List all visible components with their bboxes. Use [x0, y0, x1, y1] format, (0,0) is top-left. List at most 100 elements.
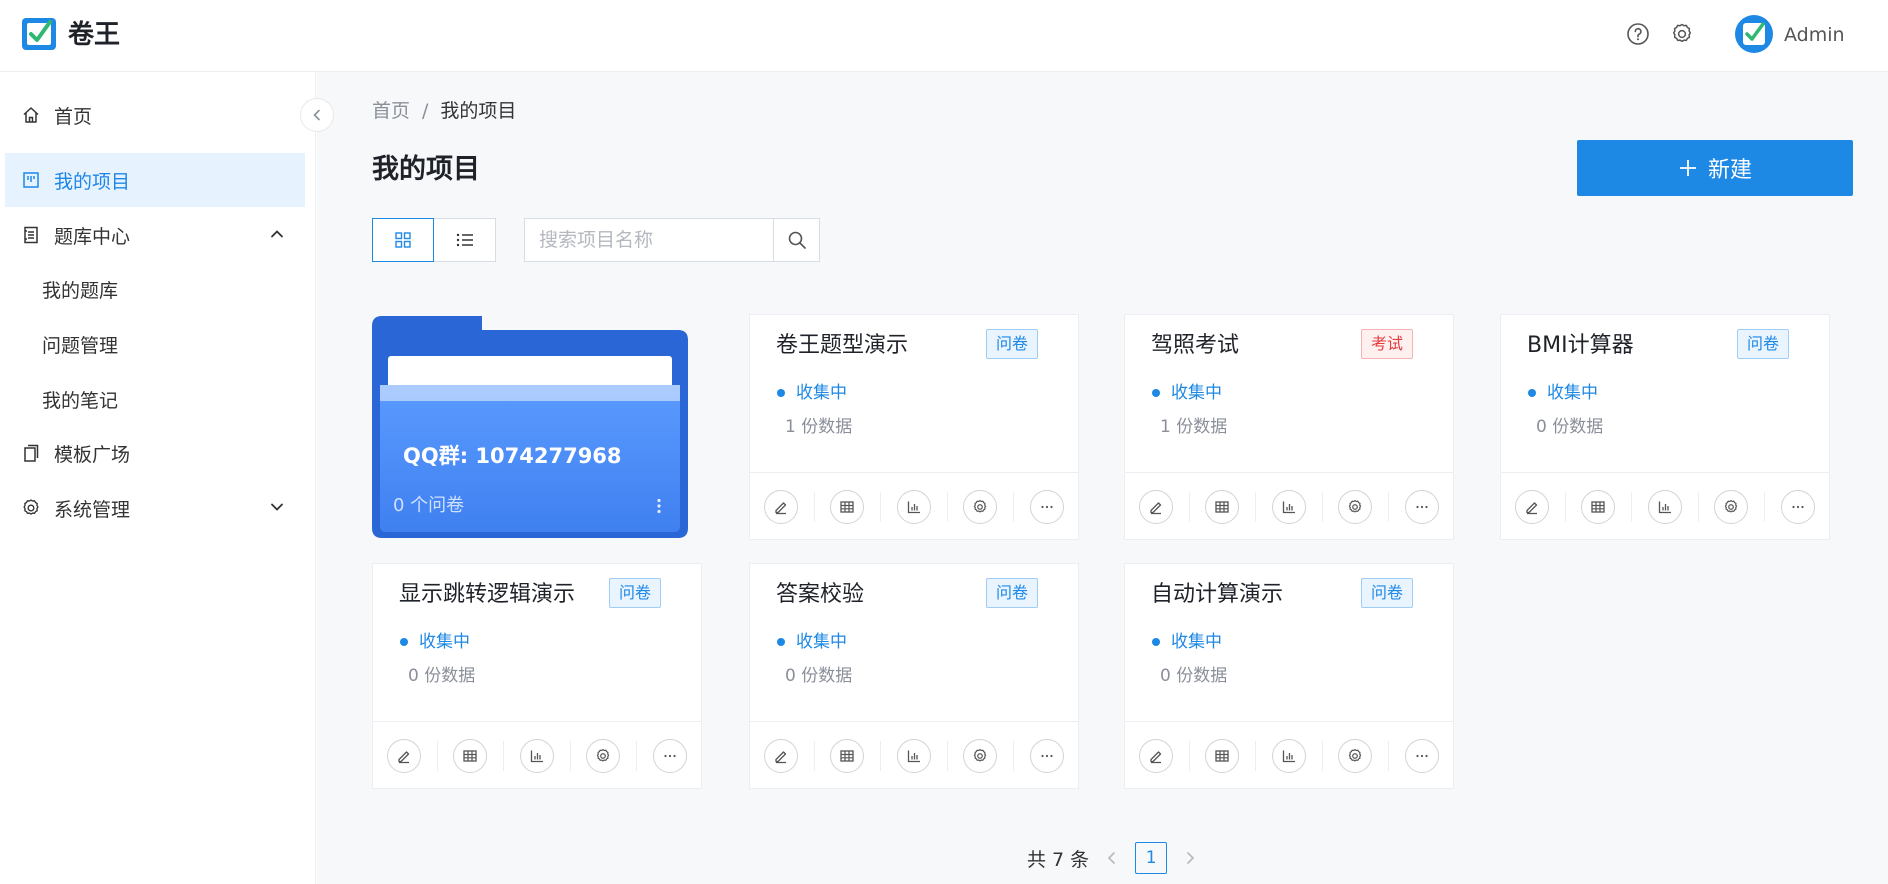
pagination-total: 共 7 条: [1027, 848, 1090, 871]
sidebar-item-label: 系统管理: [54, 498, 131, 521]
project-title[interactable]: 驾照考试: [1151, 331, 1239, 361]
chevron-down-icon: [271, 503, 283, 511]
sidebar-item-template-square[interactable]: 模板广场: [5, 426, 305, 480]
search-button[interactable]: [774, 218, 820, 262]
bar-chart-icon[interactable]: [1271, 738, 1306, 773]
project-type-tag: 考试: [1360, 329, 1413, 359]
search-box: [524, 218, 820, 262]
bar-chart-icon[interactable]: [519, 738, 554, 773]
search-input[interactable]: [524, 218, 774, 262]
sidebar-item-question-management[interactable]: 问题管理: [5, 317, 305, 371]
project-card[interactable]: 自动计算演示 问卷 收集中 0 份数据: [1124, 563, 1454, 789]
grid-view-button[interactable]: [372, 218, 434, 262]
sidebar-item-home[interactable]: 首页: [5, 88, 305, 142]
sidebar-item-system-management[interactable]: 系统管理: [5, 481, 305, 535]
project-card[interactable]: 卷王题型演示 问卷 收集中 1 份数据: [749, 314, 1079, 540]
project-type-tag: 问卷: [1736, 329, 1789, 359]
sidebar-collapse-button[interactable]: [300, 98, 334, 132]
project-status: 收集中: [1152, 381, 1222, 405]
edit-icon[interactable]: [1514, 489, 1549, 524]
action-divider: [1188, 491, 1190, 522]
bar-chart-icon[interactable]: [1271, 489, 1306, 524]
settings-icon[interactable]: [1338, 489, 1373, 524]
more-icon[interactable]: [1405, 738, 1439, 773]
page-number[interactable]: 1: [1135, 842, 1168, 874]
response-count: 1 份数据: [1160, 417, 1228, 437]
edit-icon[interactable]: [1138, 489, 1173, 524]
more-icon[interactable]: [1781, 489, 1815, 524]
folder-card[interactable]: QQ群: 1074277968 0 个问卷: [372, 316, 688, 538]
table-icon[interactable]: [830, 738, 865, 773]
action-divider: [946, 740, 948, 771]
action-divider: [569, 740, 571, 771]
sidebar-item-question-bank[interactable]: 题库中心: [5, 208, 305, 262]
project-title[interactable]: 卷王题型演示: [776, 331, 908, 361]
more-icon[interactable]: [1030, 489, 1064, 524]
edit-icon[interactable]: [1138, 738, 1173, 773]
bar-chart-icon[interactable]: [896, 738, 931, 773]
next-page-icon[interactable]: [1181, 849, 1199, 867]
settings-gear-icon[interactable]: [1668, 20, 1696, 48]
table-icon[interactable]: [453, 738, 488, 773]
view-toggle: [372, 218, 496, 262]
sidebar-item-my-question-bank[interactable]: 我的题库: [5, 262, 305, 316]
project-card[interactable]: 答案校验 问卷 收集中 0 份数据: [749, 563, 1079, 789]
settings-icon[interactable]: [586, 738, 621, 773]
breadcrumb-separator: /: [422, 100, 429, 122]
table-icon[interactable]: [1205, 738, 1240, 773]
status-label: 收集中: [1171, 383, 1222, 403]
home-icon: [20, 104, 42, 126]
edit-icon[interactable]: [763, 738, 798, 773]
sidebar-item-my-notes[interactable]: 我的笔记: [5, 372, 305, 426]
action-divider: [1013, 740, 1015, 771]
sidebar-item-label: 模板广场: [54, 443, 131, 466]
more-icon[interactable]: [1030, 738, 1064, 773]
plus-icon: [1679, 160, 1696, 176]
project-title[interactable]: BMI计算器: [1527, 331, 1634, 361]
response-count: 0 份数据: [408, 666, 476, 686]
action-divider: [1564, 491, 1566, 522]
project-title[interactable]: 显示跳转逻辑演示: [399, 580, 575, 610]
project-card[interactable]: BMI计算器 问卷 收集中 0 份数据: [1500, 314, 1830, 540]
username[interactable]: Admin: [1784, 22, 1845, 48]
settings-icon[interactable]: [1714, 489, 1749, 524]
table-icon[interactable]: [830, 489, 865, 524]
avatar[interactable]: [1734, 14, 1774, 54]
settings-icon[interactable]: [1338, 738, 1373, 773]
project-title[interactable]: 自动计算演示: [1151, 580, 1283, 610]
card-actions: [1501, 472, 1829, 540]
more-icon[interactable]: [653, 738, 687, 773]
bar-chart-icon[interactable]: [1647, 489, 1682, 524]
action-divider: [436, 740, 438, 771]
action-divider: [1764, 491, 1766, 522]
project-status: 收集中: [1528, 381, 1598, 405]
project-title[interactable]: 答案校验: [776, 580, 864, 610]
breadcrumb: 首页 / 我的项目: [372, 98, 516, 124]
settings-icon[interactable]: [963, 738, 998, 773]
card-actions: [750, 721, 1078, 789]
chevron-up-icon: [271, 230, 283, 238]
edit-icon[interactable]: [763, 489, 798, 524]
help-icon[interactable]: [1624, 20, 1652, 48]
card-actions: [1125, 472, 1453, 540]
table-icon[interactable]: [1581, 489, 1616, 524]
sidebar-item-label: 题库中心: [54, 225, 131, 248]
project-card[interactable]: 显示跳转逻辑演示 问卷 收集中 0 份数据: [372, 563, 702, 789]
breadcrumb-home[interactable]: 首页: [372, 98, 410, 124]
action-divider: [1388, 491, 1390, 522]
sidebar-item-my-projects[interactable]: 我的项目: [5, 153, 305, 207]
table-icon[interactable]: [1205, 489, 1240, 524]
bar-chart-icon[interactable]: [896, 489, 931, 524]
response-count: 0 份数据: [1536, 417, 1604, 437]
prev-page-icon[interactable]: [1103, 849, 1121, 867]
more-icon[interactable]: [1405, 489, 1439, 524]
card-actions: [1125, 721, 1453, 789]
list-view-button[interactable]: [434, 218, 496, 262]
project-card[interactable]: 驾照考试 考试 收集中 1 份数据: [1124, 314, 1454, 540]
settings-icon[interactable]: [963, 489, 998, 524]
new-project-button[interactable]: 新建: [1577, 140, 1853, 196]
main-content: 首页 / 我的项目 我的项目 新建 搜索项目名称 QQ群: 1074277968…: [317, 72, 1888, 884]
action-divider: [813, 491, 815, 522]
folder-more-icon[interactable]: [652, 494, 666, 518]
edit-icon[interactable]: [386, 738, 421, 773]
